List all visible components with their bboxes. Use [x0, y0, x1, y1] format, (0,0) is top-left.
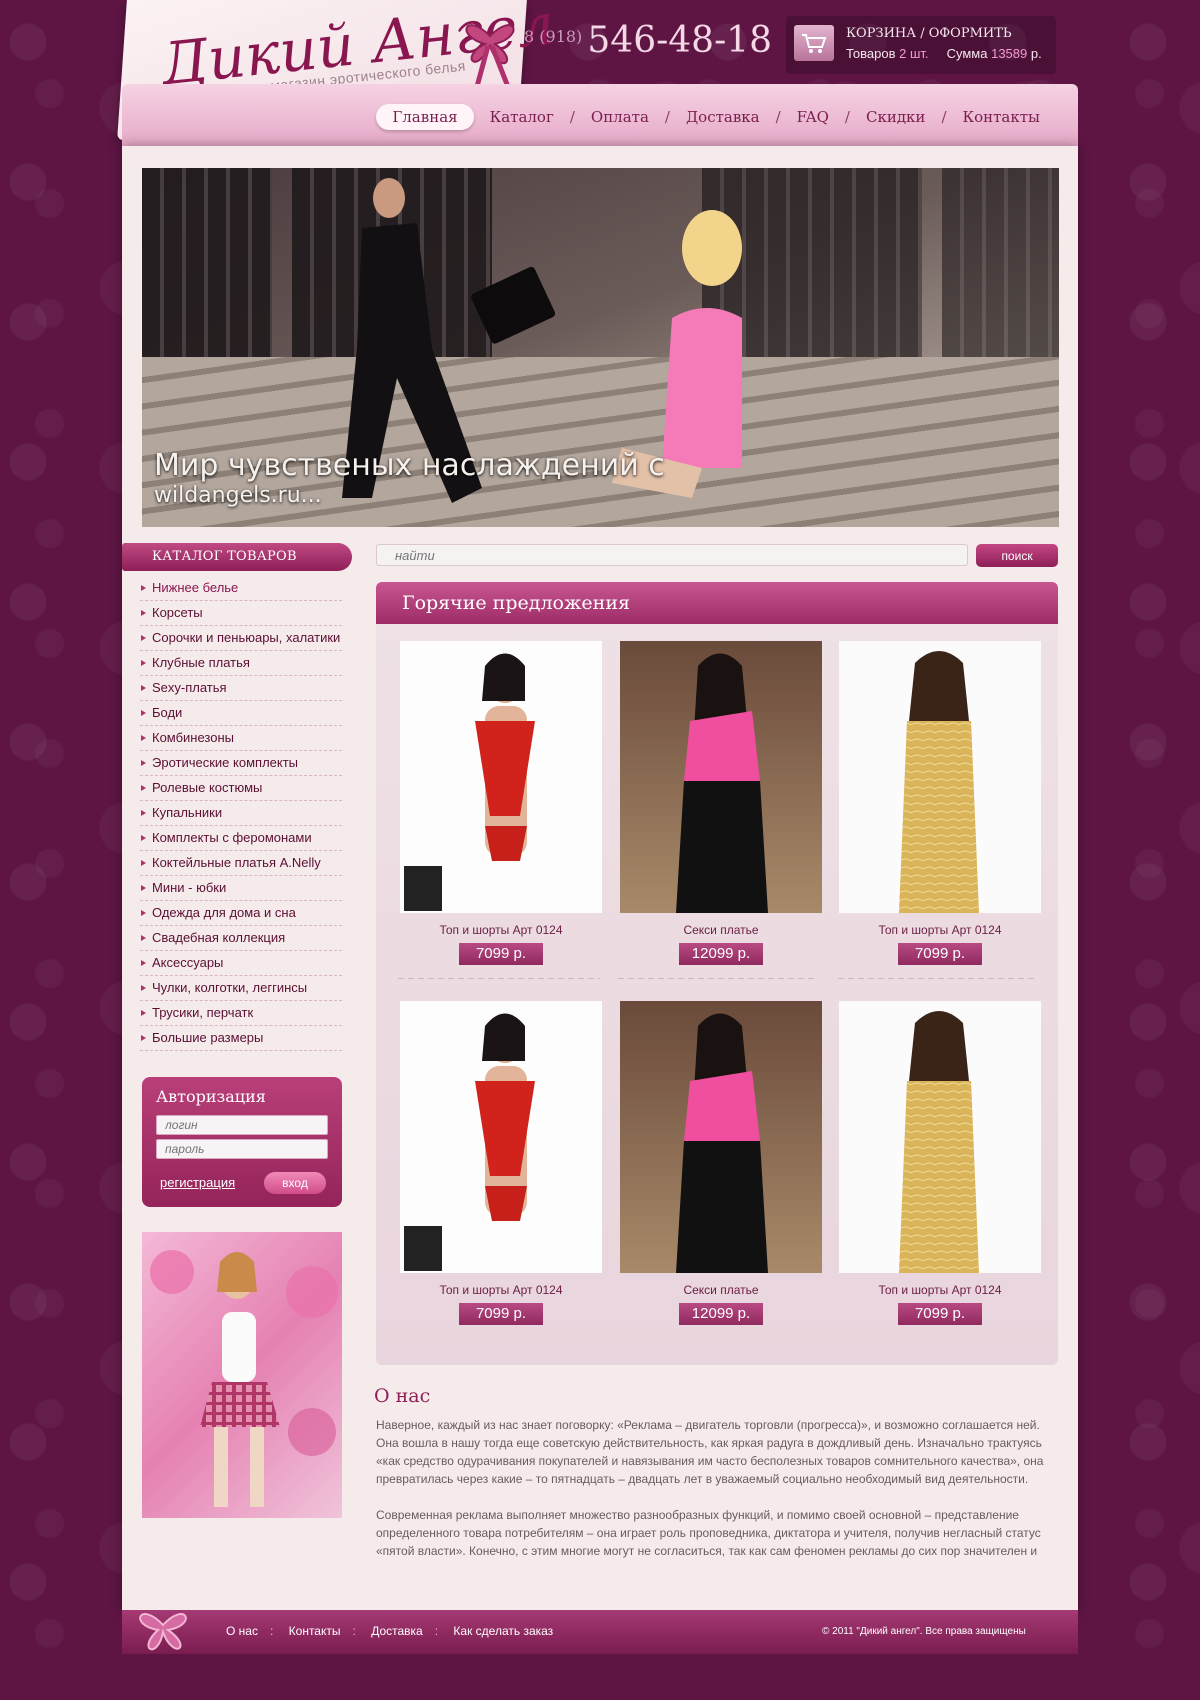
category-item[interactable]: Свадебная коллекция: [140, 926, 342, 951]
hot-offers-title: Горячие предложения: [402, 592, 630, 614]
nav-home[interactable]: Главная: [376, 104, 474, 130]
product-row-divider: [398, 976, 1038, 981]
product-name[interactable]: Топ и шорты Арт 0124: [400, 923, 602, 937]
login-button[interactable]: вход: [264, 1172, 326, 1194]
banner-caption: Мир чувственых наслаждений с wildangels.…: [154, 448, 665, 508]
cart-info: Товаров 2 шт. Сумма 13589 р.: [846, 46, 1042, 61]
side-promo-image[interactable]: [142, 1232, 342, 1518]
product-price: 12099 р.: [679, 943, 763, 965]
cart-items-count: 2 шт.: [899, 46, 929, 61]
footer-link-about[interactable]: О нас: [226, 1624, 258, 1638]
hero-banner[interactable]: Мир чувственых наслаждений с wildangels.…: [142, 168, 1059, 527]
product-name[interactable]: Топ и шорты Арт 0124: [400, 1283, 602, 1297]
product-card[interactable]: Топ и шорты Арт 0124 7099 р.: [400, 641, 602, 965]
category-list: Нижнее белье Корсеты Сорочки и пеньюары,…: [140, 576, 342, 1051]
cart-label: КОРЗИНА /: [846, 26, 929, 41]
copyright: © 2011 "Дикий ангел". Все права защищены: [822, 1626, 1026, 1637]
category-item[interactable]: Чулки, колготки, леггинсы: [140, 976, 342, 1001]
cart-currency: р.: [1030, 46, 1042, 61]
register-link[interactable]: регистрация: [160, 1175, 235, 1190]
category-item[interactable]: Sexy-платья: [140, 676, 342, 701]
nav-payment[interactable]: Оплата: [575, 104, 665, 130]
cart-sum-value: 13589: [991, 46, 1028, 61]
nav-faq[interactable]: FAQ: [781, 104, 845, 130]
catalog-title: КАТАЛОГ ТОВАРОВ: [122, 543, 352, 571]
cart-widget[interactable]: КОРЗИНА / ОФОРМИТЬ Товаров 2 шт. Сумма 1…: [786, 16, 1056, 74]
cart-title: КОРЗИНА / ОФОРМИТЬ: [846, 26, 1012, 41]
category-item[interactable]: Аксессуары: [140, 951, 342, 976]
product-price: 7099 р.: [898, 943, 982, 965]
product-image[interactable]: [400, 1001, 602, 1273]
footer-bow-icon: [139, 1613, 187, 1651]
search-input[interactable]: [376, 544, 968, 566]
nav-delivery[interactable]: Доставка: [670, 104, 776, 130]
product-image[interactable]: [400, 641, 602, 913]
ribbon-bow-icon: [465, 24, 515, 95]
cart-icon[interactable]: [794, 25, 834, 61]
product-price: 12099 р.: [679, 1303, 763, 1325]
product-image[interactable]: [620, 1001, 822, 1273]
product-price: 7099 р.: [459, 1303, 543, 1325]
product-image[interactable]: [620, 641, 822, 913]
product-card[interactable]: Секси платье 12099 р.: [620, 1001, 822, 1325]
category-item[interactable]: Мини - юбки: [140, 876, 342, 901]
auth-panel: Авторизация регистрация вход: [142, 1077, 342, 1207]
category-item[interactable]: Трусики, перчатк: [140, 1001, 342, 1026]
category-item[interactable]: Корсеты: [140, 601, 342, 626]
product-image[interactable]: [839, 641, 1041, 913]
checkout-link[interactable]: ОФОРМИТЬ: [929, 26, 1012, 41]
cart-items-label: Товаров: [846, 46, 896, 61]
nav-bar: Главная Каталог / Оплата / Доставка / FA…: [122, 84, 1078, 146]
product-name[interactable]: Топ и шорты Арт 0124: [839, 923, 1041, 937]
about-text: Наверное, каждый из нас знает поговорку:…: [376, 1416, 1058, 1578]
product-image[interactable]: [839, 1001, 1041, 1273]
hot-offers-header: Горячие предложения: [376, 582, 1058, 624]
phone-code: 8 (918): [524, 27, 583, 46]
nav-discounts[interactable]: Скидки: [850, 104, 941, 130]
nav-contacts[interactable]: Контакты: [947, 104, 1057, 130]
product-card[interactable]: Топ и шорты Арт 0124 7099 р.: [839, 1001, 1041, 1325]
about-title: О нас: [374, 1385, 431, 1407]
product-card[interactable]: Топ и шорты Арт 0124 7099 р.: [400, 1001, 602, 1325]
category-item[interactable]: Купальники: [140, 801, 342, 826]
auth-title: Авторизация: [156, 1087, 266, 1106]
product-name[interactable]: Топ и шорты Арт 0124: [839, 1283, 1041, 1297]
category-item[interactable]: Одежда для дома и сна: [140, 901, 342, 926]
category-item[interactable]: Коктейльные платья A.Nelly: [140, 851, 342, 876]
login-input[interactable]: [156, 1115, 328, 1135]
category-item[interactable]: Сорочки и пеньюары, халатики: [140, 626, 342, 651]
product-card[interactable]: Топ и шорты Арт 0124 7099 р.: [839, 641, 1041, 965]
banner-line-1: Мир чувственых наслаждений с: [154, 448, 665, 483]
phone-number: 8 (918) 546-48-18: [524, 20, 772, 61]
password-input[interactable]: [156, 1139, 328, 1159]
category-item[interactable]: Эротические комплекты: [140, 751, 342, 776]
product-price: 7099 р.: [459, 943, 543, 965]
product-price: 7099 р.: [898, 1303, 982, 1325]
search-button[interactable]: поиск: [976, 544, 1058, 567]
footer-links: О нас: Контакты: Доставка: Как сделать з…: [226, 1624, 554, 1638]
category-item[interactable]: Боди: [140, 701, 342, 726]
product-name[interactable]: Секси платье: [620, 1283, 822, 1297]
nav-catalog[interactable]: Каталог: [474, 104, 570, 130]
footer-link-delivery[interactable]: Доставка: [371, 1624, 423, 1638]
category-item[interactable]: Клубные платья: [140, 651, 342, 676]
category-item[interactable]: Нижнее белье: [140, 576, 342, 601]
about-paragraph: Современная реклама выполняет множество …: [376, 1508, 1041, 1558]
footer-link-contacts[interactable]: Контакты: [289, 1624, 341, 1638]
phone-main: 546-48-18: [587, 20, 773, 61]
product-name[interactable]: Секси платье: [620, 923, 822, 937]
about-paragraph: Наверное, каждый из нас знает поговорку:…: [376, 1418, 1044, 1486]
category-item[interactable]: Комбинезоны: [140, 726, 342, 751]
footer-link-how-to-order[interactable]: Как сделать заказ: [453, 1624, 553, 1638]
category-item[interactable]: Ролевые костюмы: [140, 776, 342, 801]
cart-sum-label: Сумма: [946, 46, 988, 61]
category-item[interactable]: Большие размеры: [140, 1026, 342, 1051]
banner-line-2: wildangels.ru...: [154, 483, 322, 508]
product-card[interactable]: Секси платье 12099 р.: [620, 641, 822, 965]
category-item[interactable]: Комплекты с феромонами: [140, 826, 342, 851]
main-nav: Главная Каталог / Оплата / Доставка / FA…: [376, 104, 1056, 130]
